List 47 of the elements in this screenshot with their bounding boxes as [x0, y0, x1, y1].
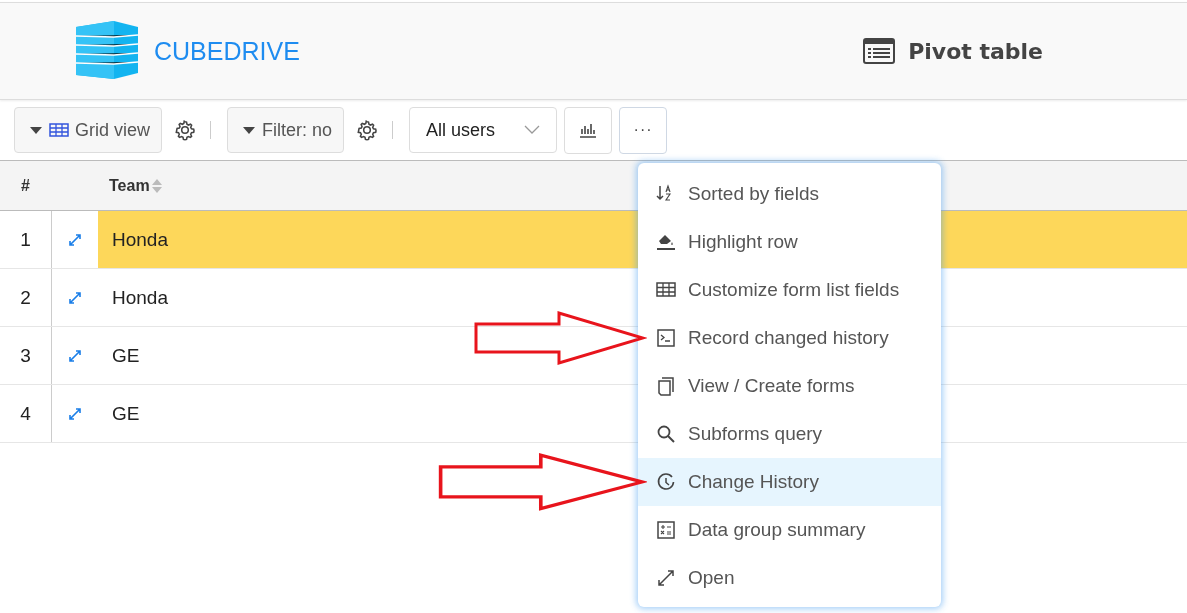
menu-item[interactable]: Subforms query [638, 410, 941, 458]
paint-bucket-icon [656, 232, 676, 252]
list-window-icon [863, 38, 896, 64]
settings-icon[interactable] [174, 119, 196, 141]
calculator-icon [656, 520, 676, 540]
menu-item[interactable]: Sorted by fields [638, 170, 941, 218]
menu-item[interactable]: Data group summary [638, 506, 941, 554]
clock-icon [656, 472, 676, 492]
row-number: 1 [0, 211, 52, 268]
caret-icon [242, 125, 256, 135]
column-header[interactable]: Team [109, 176, 150, 195]
terminal-icon [656, 328, 676, 348]
search-icon [656, 424, 676, 444]
expand-icon [656, 568, 676, 588]
menu-item[interactable]: Record changed history [638, 314, 941, 362]
more-button[interactable]: ··· [619, 106, 668, 154]
table-cell: GE [112, 402, 140, 425]
menu-item[interactable]: View / Create forms [638, 362, 941, 410]
expand-icon[interactable] [68, 290, 82, 305]
row-number: 3 [0, 327, 52, 384]
menu-item[interactable]: Customize form list fields [638, 266, 941, 314]
bar-chart-icon [578, 122, 599, 138]
expand-icon[interactable] [68, 348, 82, 363]
expand-icon[interactable] [68, 232, 82, 247]
table-cell: GE [112, 344, 140, 367]
menu-item[interactable]: Open [638, 554, 941, 602]
menu-item[interactable]: Change History [638, 458, 941, 506]
cube-logo-icon [74, 21, 138, 81]
filter-button[interactable]: Filter: no [227, 107, 345, 153]
chevron-down-icon [524, 125, 541, 135]
row-number: 4 [0, 385, 52, 442]
table-cell: Honda [112, 286, 168, 309]
caret-icon [29, 125, 43, 135]
settings-icon[interactable] [356, 119, 379, 141]
table-icon [656, 280, 676, 300]
column-header: # [20, 175, 31, 196]
bar-chart-button[interactable] [564, 106, 613, 154]
grid-icon [49, 123, 69, 137]
page-title: Pivot table [908, 38, 1043, 64]
expand-icon[interactable] [68, 406, 82, 421]
users-dropdown[interactable]: All users [409, 107, 558, 153]
grid-view-button[interactable]: Grid view [14, 107, 162, 153]
brand-name: CUBEDRIVE [154, 36, 300, 66]
table-cell: Honda [112, 228, 168, 251]
menu-item[interactable]: Highlight row [638, 218, 941, 266]
row-number: 2 [0, 269, 52, 326]
copy-icon [656, 376, 676, 396]
